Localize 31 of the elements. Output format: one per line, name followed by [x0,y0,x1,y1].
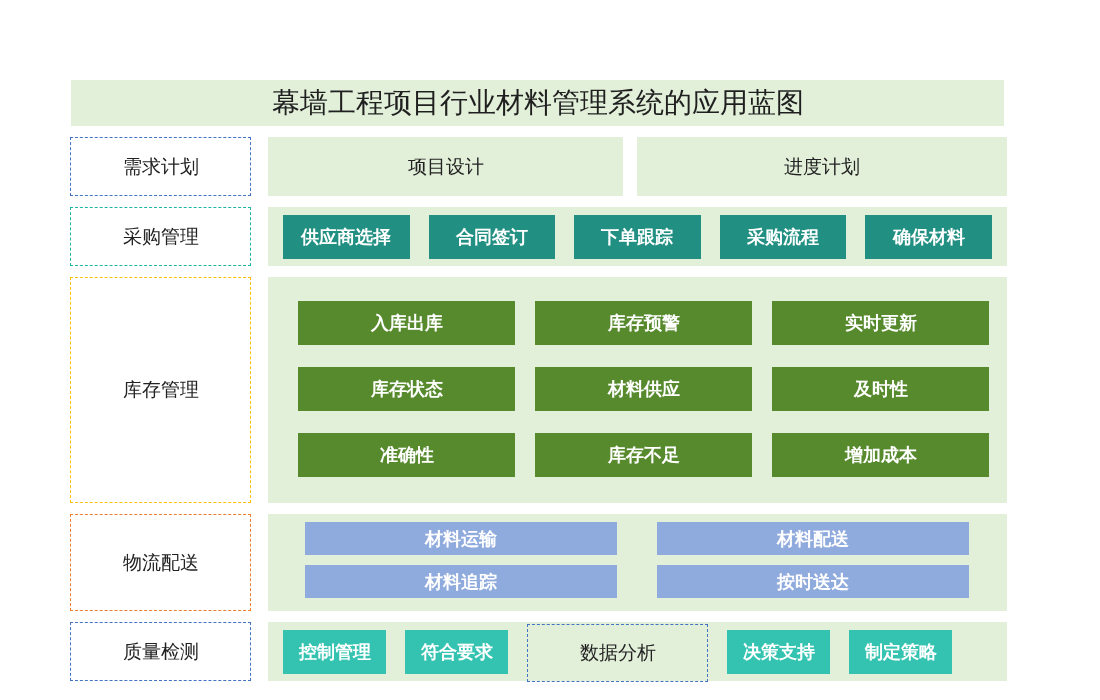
feature-block: 库存预警 [535,301,752,345]
category-label: 需求计划 [70,137,251,196]
feature-block: 符合要求 [405,629,508,674]
feature-block: 及时性 [772,367,989,411]
feature-block: 实时更新 [772,301,989,345]
feature-block: 制定策略 [849,629,952,674]
category-label: 质量检测 [70,622,251,681]
feature-block: 材料运输 [305,522,617,555]
feature-block: 库存不足 [535,433,752,477]
feature-block: 决策支持 [727,629,830,674]
feature-block: 库存状态 [298,367,515,411]
feature-block: 供应商选择 [283,214,410,259]
feature-block: 进度计划 [637,137,1007,196]
feature-block: 材料配送 [657,522,969,555]
feature-block: 材料追踪 [305,565,617,598]
feature-block: 确保材料 [865,214,992,259]
feature-block: 数据分析 [527,624,708,682]
feature-block: 采购流程 [719,214,847,259]
category-label: 采购管理 [70,207,251,266]
feature-block: 材料供应 [535,367,752,411]
feature-block: 下单跟踪 [574,214,701,259]
feature-block: 合同签订 [428,214,556,259]
page-title: 幕墙工程项目行业材料管理系统的应用蓝图 [71,80,1004,126]
feature-block: 增加成本 [772,433,989,477]
feature-block: 控制管理 [283,629,386,674]
category-label: 库存管理 [70,277,251,503]
feature-block: 项目设计 [268,137,623,196]
feature-block: 按时送达 [657,565,969,598]
feature-block: 入库出库 [298,301,515,345]
feature-block: 准确性 [298,433,515,477]
category-label: 物流配送 [70,514,251,611]
